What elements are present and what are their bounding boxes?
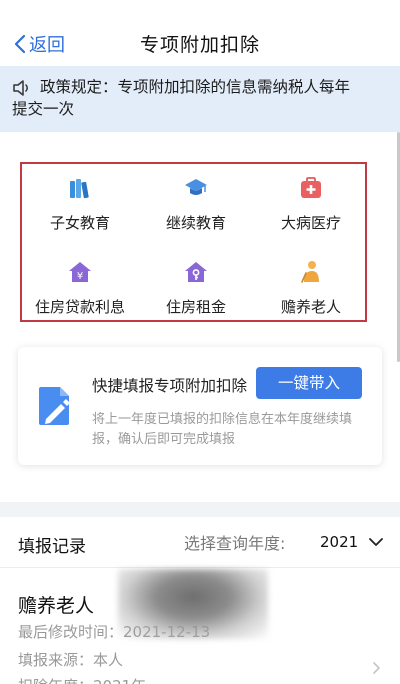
chevron-right-icon[interactable] <box>372 661 381 675</box>
quick-fill-description: 将上一年度已填报的扣除信息在本年度继续填报，确认后即可完成填报 <box>92 412 353 447</box>
category-label: 住房贷款利息 <box>34 298 125 316</box>
category-label: 继续教育 <box>165 214 226 232</box>
notice-line-2: 提交一次 <box>12 100 75 118</box>
records-section: 填报记录 选择查询年度: 2021 赡养老人 最后修改时间：2021-12-13… <box>0 517 400 684</box>
category-children-education[interactable]: 子女教育 <box>22 172 138 242</box>
speaker-icon <box>13 80 28 96</box>
house-key-icon <box>185 262 207 282</box>
elder-person-icon <box>301 261 319 283</box>
category-label: 住房租金 <box>165 298 226 316</box>
record-item-title[interactable]: 赡养老人 <box>18 591 94 618</box>
record-source: 填报来源：本人 <box>18 651 124 669</box>
year-select-label[interactable]: 选择查询年度: <box>184 530 285 554</box>
books-icon <box>70 179 89 199</box>
category-label: 子女教育 <box>49 214 110 232</box>
quick-fill-title: 快捷填报专项附加扣除 <box>92 377 248 395</box>
year-select-value[interactable]: 2021 <box>320 533 358 551</box>
notice-text: 政策规定：专项附加扣除的信息需纳税人每年 提交一次 <box>12 76 386 120</box>
house-yuan-icon: ¥ <box>69 262 91 282</box>
record-year: 扣除年度：2021年 <box>18 675 146 684</box>
quick-fill-card: 快捷填报专项附加扣除 一键带入 将上一年度已填报的扣除信息在本年度继续填报，确认… <box>18 347 382 465</box>
category-serious-illness[interactable]: 大病医疗 <box>253 172 369 242</box>
policy-notice: 政策规定：专项附加扣除的信息需纳税人每年 提交一次 <box>0 66 400 132</box>
document-edit-icon <box>39 387 70 425</box>
records-heading: 填报记录 <box>18 537 86 557</box>
page-title: 专项附加扣除 <box>139 34 260 56</box>
divider <box>0 567 400 568</box>
deduction-panel: 子女教育 继续教育 大病医疗 ¥ 住房贷款利息 住房租金 赡养老人 快捷填报专项… <box>0 132 400 502</box>
medical-kit-icon <box>301 177 321 198</box>
category-label: 大病医疗 <box>280 214 341 232</box>
category-continuing-education[interactable]: 继续教育 <box>138 172 254 242</box>
one-click-import-button[interactable]: 一键带入 <box>256 367 362 399</box>
category-housing-loan-interest[interactable]: ¥ 住房贷款利息 <box>22 256 138 326</box>
graduation-cap-icon <box>185 179 207 195</box>
category-label: 赡养老人 <box>280 298 341 316</box>
chevron-down-icon[interactable] <box>368 537 384 547</box>
category-elderly-support[interactable]: 赡养老人 <box>253 256 369 326</box>
redaction-blur <box>118 569 268 639</box>
category-housing-rent[interactable]: 住房租金 <box>138 256 254 326</box>
notice-line-1: 政策规定：专项附加扣除的信息需纳税人每年 <box>40 78 351 96</box>
category-grid: 子女教育 继续教育 大病医疗 ¥ 住房贷款利息 住房租金 赡养老人 <box>20 162 367 322</box>
nav-bar: 返回 专项附加扣除 <box>0 0 400 66</box>
svg-text:¥: ¥ <box>77 271 83 282</box>
